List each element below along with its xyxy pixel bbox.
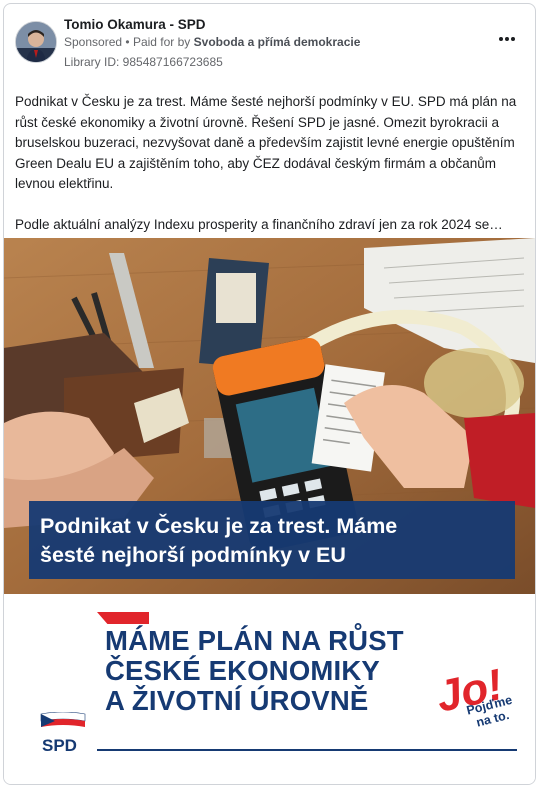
separator-dot: • xyxy=(125,35,130,49)
ad-creative-image[interactable]: Podnikat v Česku je za trest. Máme šesté… xyxy=(4,238,535,784)
slogan-banner: MÁME PLÁN NA RŮST ČESKÉ EKONOMIKY A ŽIVO… xyxy=(4,594,535,784)
paid-for-prefix: Paid for by xyxy=(132,35,191,49)
banner-bottom-line xyxy=(97,749,517,751)
sponsor-line: Sponsored • Paid for by Svoboda a přímá … xyxy=(64,35,360,49)
page-name-link[interactable]: Tomio Okamura - SPD xyxy=(64,17,206,32)
ad-post-card: Tomio Okamura - SPD Sponsored • Paid for… xyxy=(3,3,536,785)
red-accent-shape xyxy=(97,612,149,624)
post-paragraph-1: Podnikat v Česku je za trest. Máme šesté… xyxy=(15,94,517,191)
sponsored-label: Sponsored xyxy=(64,35,123,49)
spd-logo-text: SPD xyxy=(42,736,77,755)
post-paragraph-2[interactable]: Podle aktuální analýzy Indexu prosperity… xyxy=(15,215,527,236)
creative-slogan: MÁME PLÁN NA RŮST ČESKÉ EKONOMIKY A ŽIVO… xyxy=(105,625,404,716)
post-body-text: Podnikat v Česku je za trest. Máme šesté… xyxy=(15,92,527,235)
page-avatar[interactable] xyxy=(15,21,57,63)
paid-for-by-link[interactable]: Svoboda a přímá demokracie xyxy=(194,35,361,49)
library-id: Library ID: 985487166723685 xyxy=(64,55,223,69)
avatar-photo xyxy=(16,22,56,62)
creative-headline: Podnikat v Česku je za trest. Máme šesté… xyxy=(40,514,398,567)
more-options-button[interactable] xyxy=(494,30,520,48)
more-horizontal-icon xyxy=(499,37,515,41)
